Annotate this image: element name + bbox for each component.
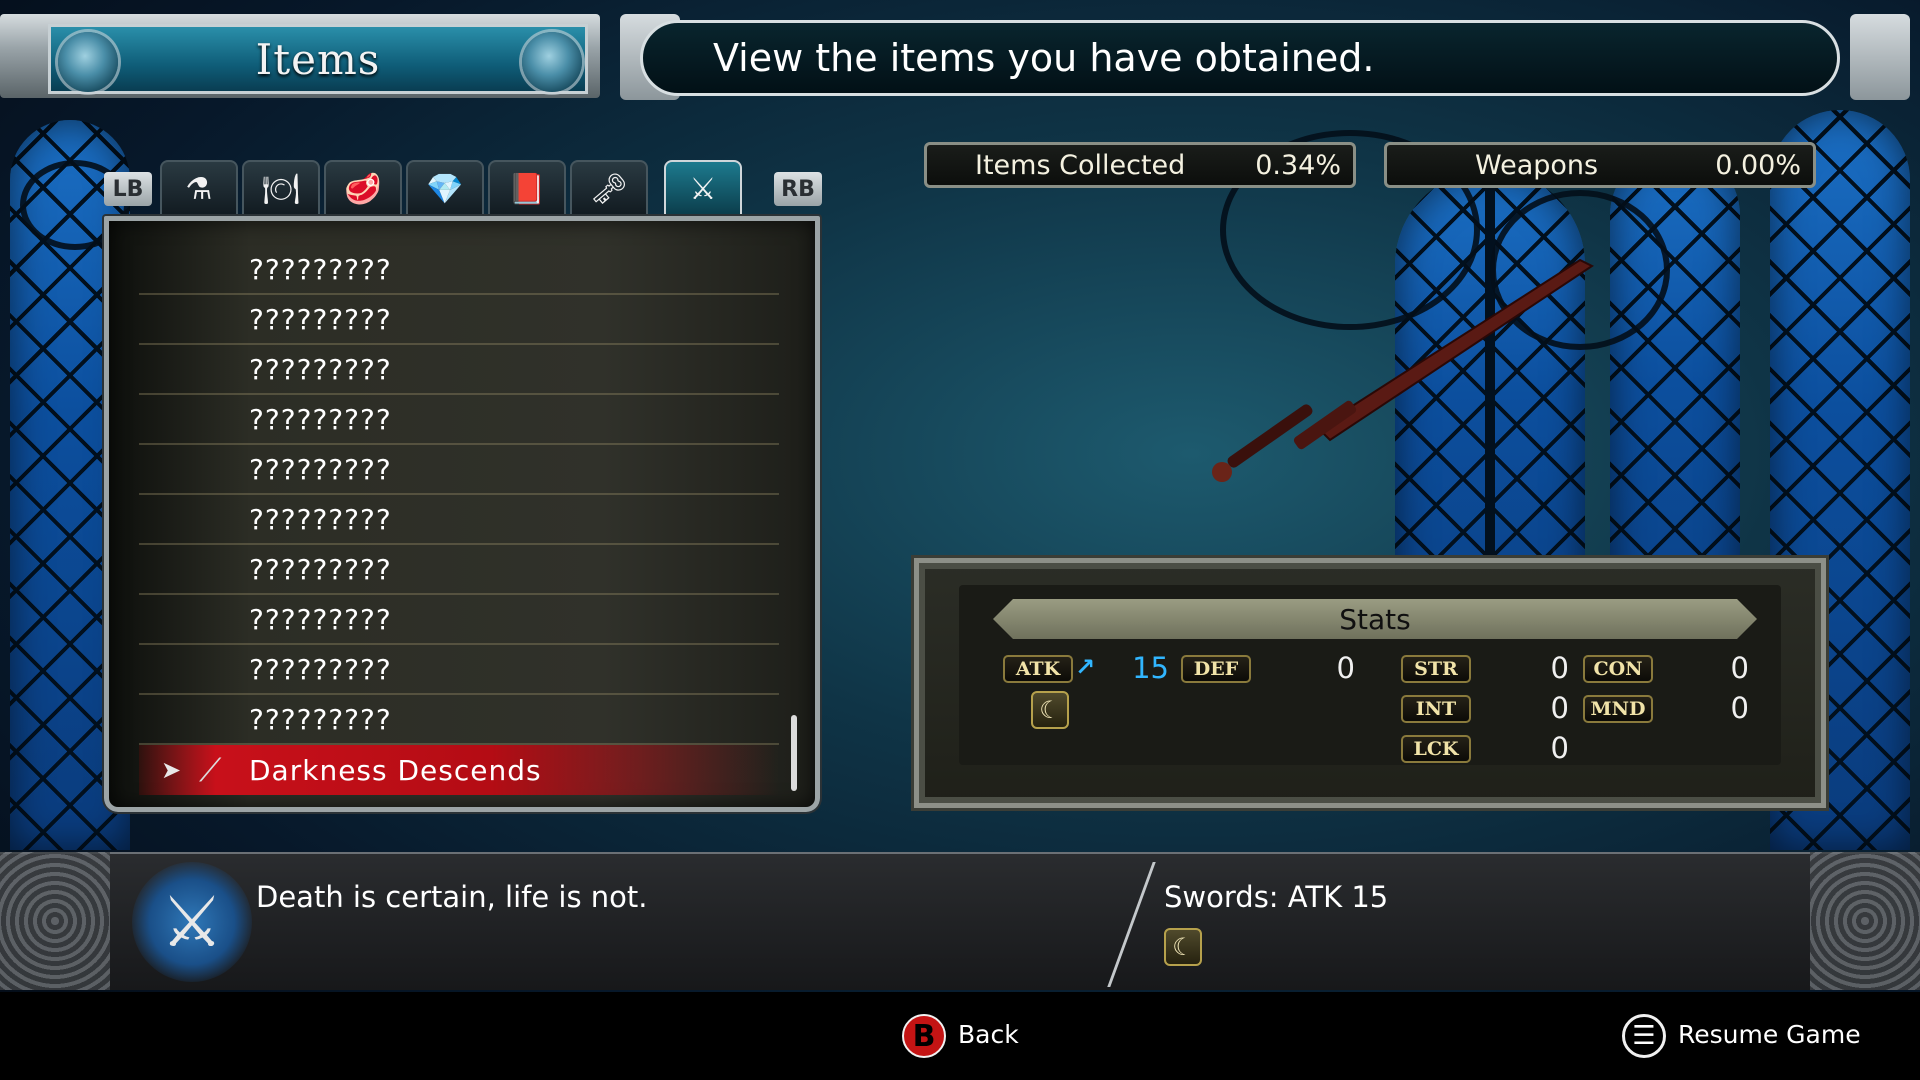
tab-food[interactable]: 🍽 (242, 160, 320, 216)
items-collected-label: Items Collected (975, 149, 1186, 181)
list-item[interactable]: ????????? (139, 495, 779, 545)
item-name: ????????? (249, 502, 392, 536)
list-item-selected[interactable]: ➤ ⟋ Darkness Descends (139, 745, 779, 795)
menu-button-icon[interactable]: ☰ (1622, 1014, 1666, 1058)
resume-game-label[interactable]: Resume Game (1678, 1020, 1861, 1049)
list-item[interactable]: ????????? (139, 695, 779, 745)
potion-icon: ⚗ (185, 171, 213, 207)
def-value: 0 (1336, 651, 1355, 685)
blue-rose-right-icon (522, 32, 582, 92)
list-item[interactable]: ????????? (139, 295, 779, 345)
def-tag: DEF (1181, 655, 1251, 683)
list-item[interactable]: ????????? (139, 595, 779, 645)
int-value: 0 (1550, 691, 1569, 725)
con-tag: CON (1583, 655, 1653, 683)
str-tag: STR (1401, 655, 1471, 683)
item-flavor-text: Death is certain, life is not. (256, 880, 648, 914)
list-item[interactable]: ????????? (139, 645, 779, 695)
info-bar-left-ornament (0, 852, 110, 990)
item-name: ????????? (249, 602, 392, 636)
str-value: 0 (1550, 651, 1569, 685)
mnd-value: 0 (1730, 691, 1749, 725)
meat-icon: 🥩 (344, 171, 382, 207)
lb-bumper-button[interactable]: LB (104, 172, 152, 206)
atk-value: 15 (1132, 651, 1169, 685)
tab-potions[interactable]: ⚗ (160, 160, 238, 216)
stats-header: Stats (993, 599, 1757, 639)
tab-ingredients[interactable]: 🥩 (324, 160, 402, 216)
key-icon: 🗝 (589, 171, 629, 207)
sword-icon: ⟋ (199, 751, 223, 789)
list-item[interactable]: ????????? (139, 245, 779, 295)
moon-attribute-icon: ☾ (1031, 691, 1069, 729)
rb-bumper-button[interactable]: RB (774, 172, 822, 206)
stat-increase-arrow-icon: ↗ (1075, 653, 1096, 681)
list-scrollbar[interactable] (791, 715, 797, 791)
b-button-icon[interactable]: B (902, 1014, 946, 1058)
crystal-ore-icon: 💎 (426, 171, 464, 207)
item-name: ????????? (249, 552, 392, 586)
lck-value: 0 (1550, 731, 1569, 765)
item-list-panel: ????????? ????????? ????????? ????????? … (104, 216, 820, 812)
items-collected-box: Items Collected 0.34% (924, 142, 1356, 188)
crossed-swords-icon: ⚔ (689, 171, 717, 207)
weapons-collected-label: Weapons (1475, 149, 1599, 181)
description-text: View the items you have obtained. (713, 36, 1375, 80)
stats-panel: Stats ATK ↗ 15 DEF 0 STR 0 CON 0 ☾ INT 0… (914, 558, 1826, 808)
item-name: ????????? (249, 352, 392, 386)
tab-weapons[interactable]: ⚔ (664, 160, 742, 216)
items-collected-value: 0.34% (1255, 149, 1341, 181)
item-name: ????????? (249, 302, 392, 336)
item-name: ????????? (249, 702, 392, 736)
back-label[interactable]: Back (958, 1020, 1019, 1049)
tab-materials[interactable]: 💎 (406, 160, 484, 216)
weapons-collected-box: Weapons 0.00% (1384, 142, 1816, 188)
atk-tag: ATK (1003, 655, 1073, 683)
item-name: ????????? (249, 252, 392, 286)
mnd-tag: MND (1583, 695, 1653, 723)
moon-attribute-icon: ☾ (1164, 928, 1202, 966)
food-plate-icon: 🍽 (261, 171, 301, 207)
selection-cursor-icon: ➤ (161, 756, 183, 784)
tab-key-items[interactable]: 🗝 (570, 160, 648, 216)
list-item[interactable]: ????????? (139, 445, 779, 495)
list-item[interactable]: ????????? (139, 345, 779, 395)
int-tag: INT (1401, 695, 1471, 723)
page-title: Items (255, 34, 381, 84)
description-bar: View the items you have obtained. (640, 20, 1840, 96)
blue-rose-left-icon (58, 32, 118, 92)
lck-tag: LCK (1401, 735, 1471, 763)
rose-sword-icon: ⚔ (132, 862, 252, 982)
item-name: ????????? (249, 652, 392, 686)
list-item[interactable]: ????????? (139, 545, 779, 595)
sword-preview-image (1212, 258, 1594, 482)
con-value: 0 (1730, 651, 1749, 685)
item-name: Darkness Descends (249, 753, 542, 787)
book-icon: 📕 (508, 171, 546, 207)
weapon-type-text: Swords: ATK 15 (1164, 880, 1389, 914)
item-name: ????????? (249, 452, 392, 486)
description-bar-right-cap (1850, 14, 1910, 100)
title-banner: Items (48, 24, 588, 94)
weapons-collected-value: 0.00% (1715, 149, 1801, 181)
tab-books[interactable]: 📕 (488, 160, 566, 216)
item-name: ????????? (249, 402, 392, 436)
info-bar-right-ornament (1810, 852, 1920, 990)
item-info-bar (0, 852, 1920, 990)
list-item[interactable]: ????????? (139, 395, 779, 445)
